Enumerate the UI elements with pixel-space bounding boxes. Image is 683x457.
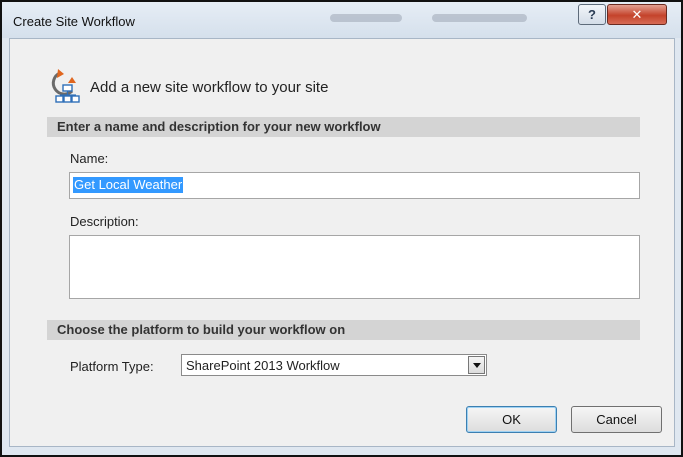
close-button[interactable]: ✕ [607, 4, 667, 25]
platform-type-value: SharePoint 2013 Workflow [186, 358, 340, 373]
chevron-down-icon[interactable] [468, 356, 485, 374]
blurred-title-fragment [432, 14, 527, 22]
name-field-value: Get Local Weather [73, 177, 184, 193]
header-text: Add a new site workflow to your site [90, 79, 329, 96]
ok-button[interactable]: OK [466, 406, 557, 433]
cancel-button[interactable]: Cancel [571, 406, 662, 433]
dialog-window: Create Site Workflow ? ✕ Add a new site … [0, 0, 683, 457]
dialog-body: Add a new site workflow to your site Ent… [9, 38, 675, 447]
name-label: Name: [70, 151, 109, 166]
blurred-title-fragment [330, 14, 402, 22]
platform-type-label: Platform Type: [70, 359, 154, 374]
dialog-title: Create Site Workflow [13, 14, 135, 29]
platform-type-select[interactable]: SharePoint 2013 Workflow [181, 354, 487, 376]
name-field[interactable]: Get Local Weather [69, 172, 640, 199]
description-field[interactable] [69, 235, 640, 299]
description-label: Description: [70, 214, 139, 229]
help-button[interactable]: ? [578, 4, 606, 25]
title-bar[interactable]: Create Site Workflow ? ✕ [2, 2, 681, 38]
section-heading-name: Enter a name and description for your ne… [47, 117, 640, 137]
workflow-icon [51, 69, 80, 103]
section-heading-platform: Choose the platform to build your workfl… [47, 320, 640, 340]
